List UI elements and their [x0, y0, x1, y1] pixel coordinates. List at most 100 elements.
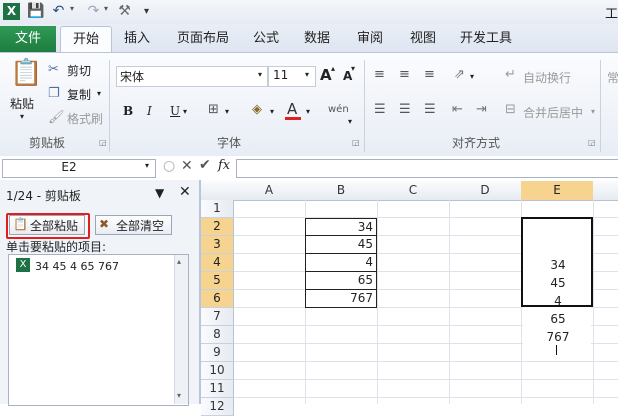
- row-header-1[interactable]: 1: [201, 200, 234, 218]
- align-top-icon[interactable]: ≡: [374, 67, 385, 82]
- clipboard-launcher-icon[interactable]: ◲: [99, 138, 107, 147]
- clear-all-button[interactable]: ✖ 全部清空: [95, 215, 172, 235]
- row-header-5[interactable]: 5: [201, 272, 234, 290]
- cell-b6[interactable]: 767: [305, 290, 377, 308]
- alignment-launcher-icon[interactable]: ◲: [588, 138, 596, 147]
- grow-font-button[interactable]: A: [320, 66, 332, 84]
- undo-dropdown-icon[interactable]: ▾: [70, 4, 74, 13]
- format-painter-icon[interactable]: 🖌: [48, 110, 65, 125]
- font-launcher-icon[interactable]: ◲: [352, 138, 360, 147]
- tab-data[interactable]: 数据: [304, 26, 330, 52]
- merge-center-button[interactable]: 合并后居中: [523, 104, 583, 121]
- wrap-text-button[interactable]: 自动换行: [523, 69, 571, 86]
- formula-input[interactable]: [236, 159, 618, 178]
- number-format-partial[interactable]: 常: [607, 69, 618, 86]
- confirm-entry-icon[interactable]: ✔: [199, 157, 211, 173]
- row-header-9[interactable]: 9: [201, 344, 234, 362]
- customize-quick-access-icon[interactable]: ▾: [138, 3, 155, 20]
- clipboard-item[interactable]: 34 45 4 65 767: [35, 260, 119, 273]
- scroll-down-icon[interactable]: ▾: [177, 391, 181, 400]
- clipboard-list-scrollbar[interactable]: ▴ ▾: [174, 255, 188, 404]
- column-header-a[interactable]: A: [233, 181, 306, 201]
- tab-insert[interactable]: 插入: [124, 26, 150, 52]
- pane-options-icon[interactable]: ▼: [155, 186, 164, 200]
- orientation-icon[interactable]: ⇗: [454, 67, 465, 82]
- select-all-corner[interactable]: [201, 181, 234, 201]
- merge-center-icon[interactable]: ⊟: [505, 102, 516, 117]
- tab-view[interactable]: 视图: [410, 26, 436, 52]
- wrap-text-icon[interactable]: ↵: [505, 67, 516, 82]
- column-header-c[interactable]: C: [377, 181, 450, 201]
- alignment-group-label: 对齐方式: [452, 136, 501, 150]
- tools-icon[interactable]: ⚒: [116, 3, 133, 20]
- paste-all-button[interactable]: 📋 全部粘贴: [9, 215, 85, 235]
- align-middle-icon[interactable]: ≡: [399, 67, 410, 82]
- copy-dropdown-icon[interactable]: ▾: [97, 89, 101, 98]
- cut-icon[interactable]: ✂: [48, 62, 59, 77]
- paste-dropdown-icon[interactable]: ▾: [20, 112, 24, 121]
- column-header-b[interactable]: B: [305, 181, 378, 201]
- row-header-8[interactable]: 8: [201, 326, 234, 344]
- redo-dropdown-icon[interactable]: ▾: [104, 4, 108, 13]
- align-bottom-icon[interactable]: ≡: [424, 67, 435, 82]
- row-header-6[interactable]: 6: [201, 290, 234, 308]
- row-header-2[interactable]: 2: [201, 218, 234, 236]
- tab-page-layout[interactable]: 页面布局: [177, 26, 229, 52]
- cell-b5[interactable]: 65: [305, 272, 377, 290]
- row-header-10[interactable]: 10: [201, 362, 234, 380]
- column-header-e[interactable]: E: [521, 181, 594, 201]
- cell-b4[interactable]: 4: [305, 254, 377, 272]
- font-name-dropdown-icon[interactable]: ▾: [258, 70, 262, 79]
- underline-button[interactable]: U: [170, 104, 180, 118]
- cancel-entry-icon[interactable]: ✕: [181, 158, 193, 174]
- italic-button[interactable]: I: [147, 104, 152, 118]
- increase-indent-icon[interactable]: ⇥: [476, 102, 487, 117]
- row-header-12[interactable]: 12: [201, 398, 234, 416]
- fill-color-icon[interactable]: ◈: [252, 102, 262, 117]
- column-header-f[interactable]: [593, 181, 618, 201]
- phonetic-button[interactable]: wén: [328, 104, 349, 115]
- copy-icon[interactable]: ❐: [48, 86, 60, 101]
- row-header-11[interactable]: 11: [201, 380, 234, 398]
- merge-center-dropdown-icon[interactable]: ▾: [591, 107, 595, 116]
- fill-color-dropdown-icon[interactable]: ▾: [270, 107, 274, 116]
- decrease-indent-icon[interactable]: ⇤: [452, 102, 463, 117]
- cell-b2[interactable]: 34: [305, 218, 377, 236]
- paste-icon[interactable]: 📋: [10, 58, 42, 94]
- tab-file[interactable]: 文件: [0, 26, 56, 52]
- font-size-dropdown-icon[interactable]: ▾: [305, 70, 309, 79]
- save-icon[interactable]: 💾: [27, 3, 44, 20]
- align-center-icon[interactable]: ☰: [399, 102, 411, 117]
- borders-dropdown-icon[interactable]: ▾: [225, 107, 229, 116]
- row-header-3[interactable]: 3: [201, 236, 234, 254]
- font-color-dropdown-icon[interactable]: ▾: [306, 107, 310, 116]
- align-right-icon[interactable]: ☰: [424, 102, 436, 117]
- column-header-d[interactable]: D: [449, 181, 522, 201]
- row-header-7[interactable]: 7: [201, 308, 234, 326]
- tab-developer[interactable]: 开发工具: [460, 26, 512, 52]
- tab-formulas[interactable]: 公式: [253, 26, 279, 52]
- copy-button[interactable]: 复制: [67, 86, 91, 103]
- phonetic-dropdown-icon[interactable]: ▾: [348, 117, 352, 126]
- formula-bar-grip-icon[interactable]: ○: [163, 158, 175, 174]
- tab-review[interactable]: 审阅: [357, 26, 383, 52]
- cut-button[interactable]: 剪切: [67, 62, 91, 79]
- excel-logo-icon[interactable]: X: [3, 3, 20, 20]
- orientation-dropdown-icon[interactable]: ▾: [470, 72, 474, 81]
- scroll-up-icon[interactable]: ▴: [177, 257, 181, 266]
- borders-icon[interactable]: ⊞: [208, 102, 219, 117]
- redo-icon[interactable]: ↷: [85, 3, 102, 20]
- row-header-4[interactable]: 4: [201, 254, 234, 272]
- close-icon[interactable]: ✕: [179, 184, 191, 200]
- format-painter-button[interactable]: 格式刷: [67, 110, 103, 127]
- font-color-button[interactable]: A: [287, 100, 297, 118]
- name-box-dropdown-icon[interactable]: ▾: [145, 161, 149, 170]
- bold-button[interactable]: B: [123, 104, 133, 118]
- insert-function-button[interactable]: fx: [218, 158, 230, 173]
- undo-icon[interactable]: ↶: [50, 3, 67, 20]
- paste-button[interactable]: 粘贴: [10, 95, 34, 112]
- cell-b3[interactable]: 45: [305, 236, 377, 254]
- tab-home[interactable]: 开始: [60, 26, 112, 54]
- underline-dropdown-icon[interactable]: ▾: [183, 107, 187, 116]
- align-left-icon[interactable]: ☰: [374, 102, 386, 117]
